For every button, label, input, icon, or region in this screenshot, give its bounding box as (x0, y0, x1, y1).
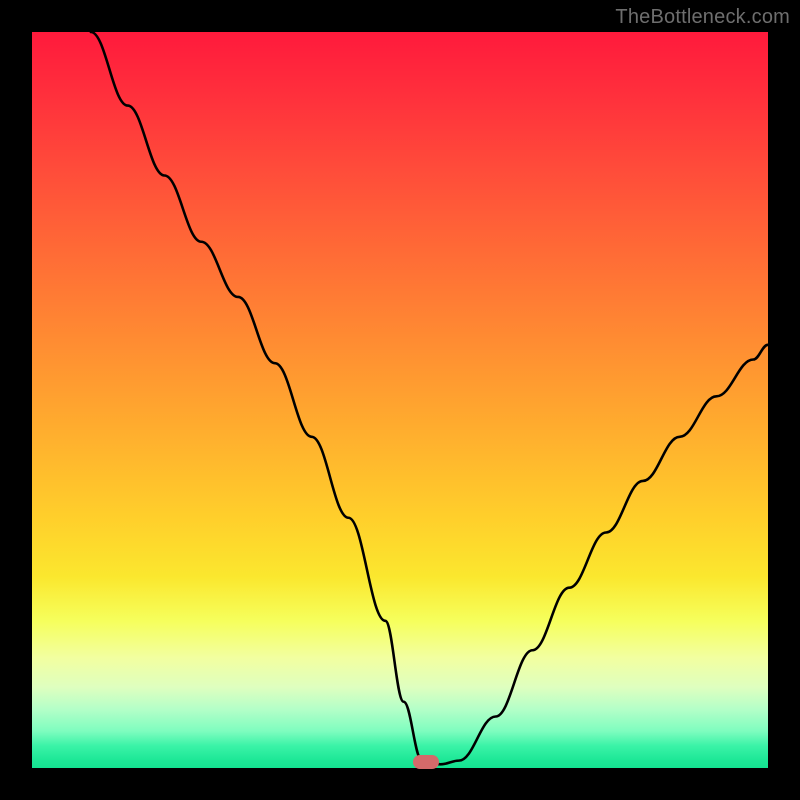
watermark-text: TheBottleneck.com (615, 6, 790, 29)
plot-area (32, 32, 768, 768)
bottleneck-curve (32, 32, 768, 768)
bottleneck-marker (413, 755, 439, 769)
chart-frame: TheBottleneck.com (0, 0, 800, 800)
